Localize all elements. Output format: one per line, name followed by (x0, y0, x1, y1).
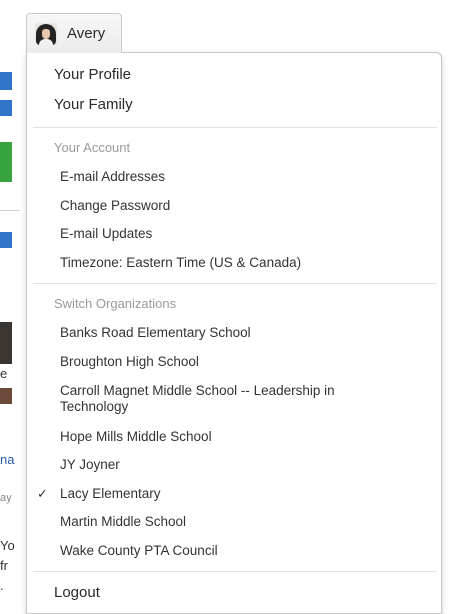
org-item-banks-road-elementary[interactable]: Banks Road Elementary School (60, 325, 441, 340)
background-photo (0, 322, 12, 364)
background-text: fr (0, 558, 8, 573)
org-item-broughton-high[interactable]: Broughton High School (60, 354, 441, 369)
menu-item-email-updates[interactable]: E-mail Updates (60, 226, 441, 241)
org-item-carroll-magnet-middle[interactable]: Carroll Magnet Middle School -- Leadersh… (60, 383, 390, 415)
background-divider (0, 210, 20, 211)
background-text: na (0, 452, 15, 467)
org-item-hope-mills-middle[interactable]: Hope Mills Middle School (60, 429, 441, 444)
menu-item-change-password[interactable]: Change Password (60, 198, 441, 213)
background-green-button (0, 142, 12, 182)
background-text: Yo (0, 538, 15, 553)
menu-divider (33, 127, 437, 128)
menu-item-your-family[interactable]: Your Family (54, 96, 441, 113)
background-blue-bar (0, 100, 12, 116)
background-blue-bar (0, 72, 12, 90)
menu-divider (33, 283, 437, 284)
user-dropdown-menu: Your Profile Your Family Your Account E-… (26, 52, 442, 614)
menu-item-timezone[interactable]: Timezone: Eastern Time (US & Canada) (60, 255, 441, 270)
menu-divider (33, 571, 437, 572)
background-text: ay (0, 492, 12, 504)
menu-item-email-addresses[interactable]: E-mail Addresses (60, 169, 441, 184)
checkmark-icon: ✓ (37, 486, 48, 501)
background-text: e (0, 366, 8, 381)
user-menu-button[interactable]: Avery (26, 13, 122, 53)
user-avatar-icon (35, 22, 57, 45)
section-label-your-account: Your Account (54, 140, 131, 155)
org-item-martin-middle[interactable]: Martin Middle School (60, 514, 441, 529)
section-label-switch-organizations: Switch Organizations (54, 296, 177, 311)
menu-item-logout[interactable]: Logout (54, 584, 441, 601)
org-item-jy-joyner[interactable]: JY Joyner (60, 457, 441, 472)
org-item-lacy-elementary[interactable]: Lacy Elementary (60, 486, 441, 501)
menu-item-your-profile[interactable]: Your Profile (54, 66, 441, 83)
org-item-wake-county-pta[interactable]: Wake County PTA Council (60, 543, 441, 558)
background-blue-bar (0, 232, 12, 248)
background-photo (0, 388, 12, 404)
user-name: Avery (67, 25, 106, 42)
background-text: . (0, 578, 4, 593)
